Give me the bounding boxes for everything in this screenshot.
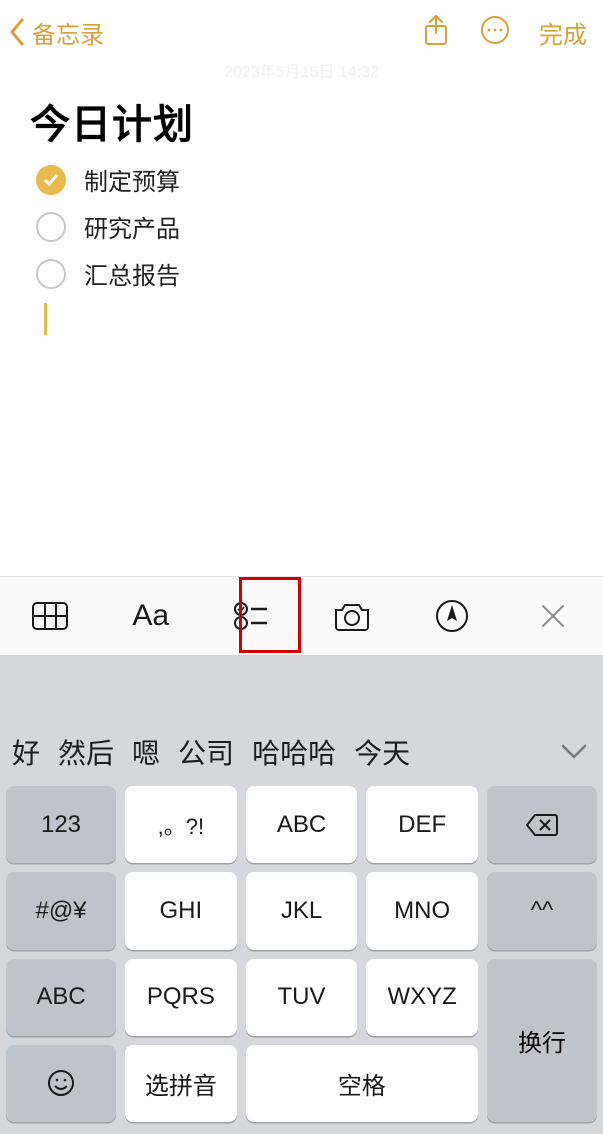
suggestion[interactable]: 公司: [178, 732, 234, 772]
camera-button[interactable]: [302, 577, 403, 655]
note-body[interactable]: 今日计划 制定预算 研究产品 汇总报告: [0, 82, 603, 335]
key-wxyz[interactable]: WXYZ: [366, 959, 478, 1036]
table-button[interactable]: [0, 577, 101, 655]
more-button[interactable]: [479, 14, 511, 51]
key-numeric[interactable]: 123: [6, 786, 116, 863]
key-jkl[interactable]: JKL: [246, 872, 358, 949]
markup-button[interactable]: [402, 577, 503, 655]
format-toolbar: Aa: [0, 576, 603, 656]
key-ghi[interactable]: GHI: [125, 872, 237, 949]
chevron-left-icon: [6, 16, 28, 48]
key-punct[interactable]: ,。?!: [125, 786, 237, 863]
expand-suggestions-button[interactable]: [557, 734, 591, 768]
key-enter[interactable]: 换行: [487, 959, 597, 1123]
checklist-item[interactable]: 研究产品: [36, 209, 573, 244]
key-def[interactable]: DEF: [366, 786, 478, 863]
checklist-item-text[interactable]: 汇总报告: [84, 256, 180, 291]
suggestion[interactable]: 今天: [354, 732, 410, 772]
keyboard: 好 然后 嗯 公司 哈哈哈 今天 123 ,。?! ABC DEF #@¥ GH…: [0, 656, 603, 1134]
suggestion[interactable]: 嗯: [132, 732, 160, 772]
dismiss-keyboard-button[interactable]: [503, 577, 603, 655]
text-cursor: [44, 303, 47, 335]
key-symbols[interactable]: #@¥: [6, 872, 116, 949]
suggestion-bar: 好 然后 嗯 公司 哈哈哈 今天: [0, 656, 603, 786]
suggestion[interactable]: 哈哈哈: [252, 732, 336, 772]
checkbox-empty-icon[interactable]: [36, 259, 66, 289]
key-pqrs[interactable]: PQRS: [125, 959, 237, 1036]
share-button[interactable]: [421, 13, 451, 52]
nav-bar: 备忘录 完成: [0, 0, 603, 64]
key-select-pinyin[interactable]: 选拼音: [125, 1045, 237, 1122]
back-label: 备忘录: [32, 15, 104, 50]
checklist-item[interactable]: 制定预算: [36, 162, 573, 197]
done-button[interactable]: 完成: [539, 15, 587, 50]
key-mno[interactable]: MNO: [366, 872, 478, 949]
date-watermark: 2023年5月15日 14:32: [0, 58, 603, 82]
checklist-item-text[interactable]: 研究产品: [84, 209, 180, 244]
key-emoticon[interactable]: ^^: [487, 872, 597, 949]
keypad: 123 ,。?! ABC DEF #@¥ GHI JKL MNO ^^ ABC …: [0, 786, 603, 1134]
key-backspace[interactable]: [487, 786, 597, 863]
note-title[interactable]: 今日计划: [30, 92, 573, 150]
key-space[interactable]: 空格: [246, 1045, 478, 1122]
checklist-item-text[interactable]: 制定预算: [84, 162, 180, 197]
suggestion[interactable]: 好: [12, 732, 40, 772]
checklist-button[interactable]: [201, 577, 302, 655]
key-emoji[interactable]: [6, 1045, 116, 1122]
text-style-button[interactable]: Aa: [101, 577, 202, 655]
checklist-item[interactable]: 汇总报告: [36, 256, 573, 291]
back-button[interactable]: 备忘录: [6, 15, 104, 50]
checkbox-empty-icon[interactable]: [36, 212, 66, 242]
key-abc[interactable]: ABC: [246, 786, 358, 863]
key-switch-abc[interactable]: ABC: [6, 959, 116, 1036]
suggestion[interactable]: 然后: [58, 732, 114, 772]
key-tuv[interactable]: TUV: [246, 959, 358, 1036]
checkbox-checked-icon[interactable]: [36, 165, 66, 195]
